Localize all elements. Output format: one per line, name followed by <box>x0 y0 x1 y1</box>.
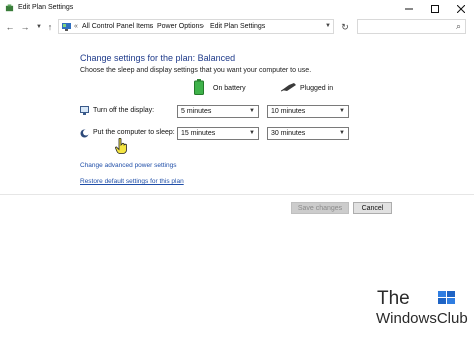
title-bar: Edit Plan Settings <box>0 0 474 17</box>
display-plugged-value: 10 minutes <box>271 108 306 115</box>
save-changes-button[interactable]: Save changes <box>291 202 349 214</box>
minimize-icon <box>405 8 413 9</box>
breadcrumb-power-options[interactable]: Power Options <box>157 23 203 30</box>
chevron-down-icon[interactable]: ▼ <box>325 23 331 29</box>
up-button[interactable]: ↑ <box>44 20 56 34</box>
display-battery-select[interactable]: 5 minutes ▼ <box>177 105 259 118</box>
hand-cursor-icon <box>115 138 127 154</box>
forward-button[interactable]: → <box>19 20 31 34</box>
arrow-right-icon: → <box>20 22 30 32</box>
chevron-down-icon: ▼ <box>36 24 42 30</box>
sleep-battery-value: 15 minutes <box>181 130 216 137</box>
breadcrumb-overflow[interactable]: « <box>74 23 78 30</box>
sleep-plugged-value: 30 minutes <box>271 130 306 137</box>
chevron-right-icon: › <box>149 23 152 30</box>
display-plugged-select[interactable]: 10 minutes ▼ <box>267 105 349 118</box>
control-panel-icon <box>62 23 71 31</box>
display-timeout-label: Turn off the display: <box>93 107 155 114</box>
display-icon <box>80 106 89 115</box>
power-options-icon <box>5 4 14 12</box>
cancel-button[interactable]: Cancel <box>353 202 392 214</box>
advanced-settings-link[interactable]: Change advanced power settings <box>80 162 176 169</box>
close-button[interactable] <box>448 0 474 17</box>
plug-icon <box>281 83 296 92</box>
watermark-line-1: The <box>377 288 410 309</box>
page-title: Change settings for the plan: Balanced <box>80 53 236 63</box>
search-icon: ⌕ <box>455 21 461 31</box>
close-icon <box>457 4 465 13</box>
refresh-icon: ↻ <box>341 21 349 32</box>
breadcrumb-all-control-panel-items[interactable]: All Control Panel Items <box>82 23 153 30</box>
minimize-button[interactable] <box>396 0 422 17</box>
watermark: The WindowsClub <box>376 288 472 358</box>
back-button[interactable]: ← <box>4 20 16 34</box>
page-description: Choose the sleep and display settings th… <box>80 67 312 74</box>
restore-defaults-link[interactable]: Restore default settings for this plan <box>80 178 184 185</box>
battery-icon <box>194 79 204 95</box>
chevron-right-icon: › <box>202 23 205 30</box>
sleep-plugged-select[interactable]: 30 minutes ▼ <box>267 127 349 140</box>
sleep-timeout-label: Put the computer to sleep: <box>93 129 175 136</box>
display-battery-value: 5 minutes <box>181 108 212 115</box>
maximize-button[interactable] <box>422 0 448 17</box>
windowsclub-logo-icon <box>438 291 455 304</box>
chevron-down-icon: ▼ <box>339 130 345 136</box>
chevron-down-icon: ▼ <box>339 108 345 114</box>
sleep-battery-select[interactable]: 15 minutes ▼ <box>177 127 259 140</box>
arrow-left-icon: ← <box>5 22 15 32</box>
address-bar[interactable]: « All Control Panel Items › Power Option… <box>58 19 334 34</box>
watermark-line-2: WindowsClub <box>376 310 468 327</box>
moon-icon <box>80 129 89 138</box>
breadcrumb-edit-plan-settings[interactable]: Edit Plan Settings <box>210 23 265 30</box>
arrow-up-icon: ↑ <box>47 22 53 32</box>
column-plugged-in: Plugged in <box>300 85 334 92</box>
window-title: Edit Plan Settings <box>18 4 74 11</box>
divider <box>0 194 474 195</box>
maximize-icon <box>431 4 439 13</box>
refresh-button[interactable]: ↻ <box>338 20 352 34</box>
column-on-battery: On battery <box>213 85 246 92</box>
chevron-down-icon: ▼ <box>249 108 255 114</box>
chevron-down-icon: ▼ <box>249 130 255 136</box>
search-box[interactable]: ⌕ <box>357 19 466 34</box>
